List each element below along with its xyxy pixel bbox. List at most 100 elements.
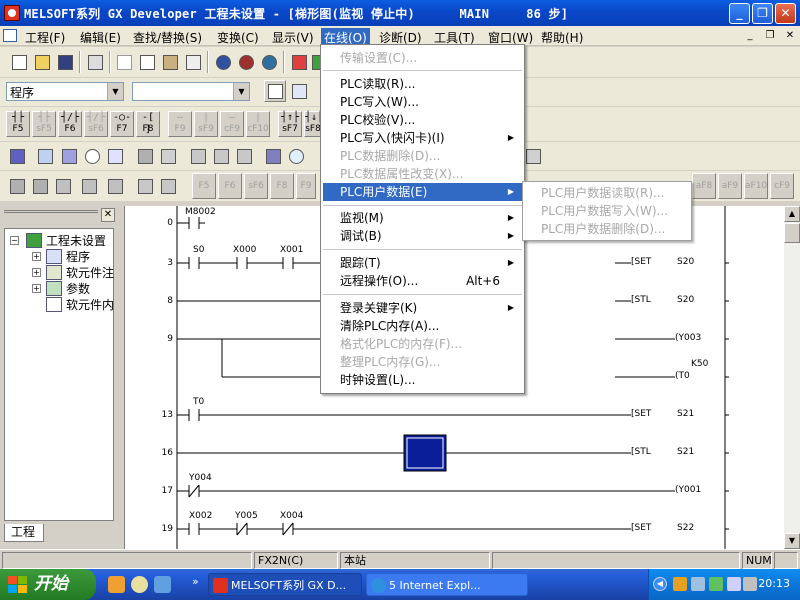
cut-icon[interactable]	[113, 51, 135, 73]
mdi-restore-button[interactable]: ❐	[763, 29, 777, 43]
menu-project[interactable]: 工程(F)	[22, 28, 68, 45]
chevron-down-icon[interactable]: ▼	[233, 83, 249, 100]
expand-icon[interactable]: +	[32, 284, 41, 293]
scroll-thumb[interactable]	[784, 223, 800, 243]
fkey-disabled-f9[interactable]: F9	[296, 173, 316, 199]
monitor-all-icon[interactable]	[258, 51, 280, 73]
expand-icon[interactable]: +	[32, 252, 41, 261]
fkey-disabled-af8[interactable]: aF8	[692, 173, 716, 199]
scroll-up-icon[interactable]: ▲	[784, 206, 800, 222]
zoom-icon[interactable]	[285, 145, 307, 167]
convert-icon[interactable]	[6, 175, 28, 197]
monitor-icon[interactable]	[212, 51, 234, 73]
quicklaunch-desktop-icon[interactable]	[154, 576, 171, 593]
start-button[interactable]: 开始	[0, 569, 96, 600]
open-folder-icon[interactable]	[31, 51, 53, 73]
fkey-rising-pulse[interactable]: ┤↑├ sF7	[278, 111, 302, 137]
tree-item-device-comment[interactable]: + 软元件注	[32, 265, 114, 281]
menu-item-debug[interactable]: 调试(B) ▶	[323, 227, 522, 245]
menu-item-user-data-delete[interactable]: PLC用户数据删除(D)...	[525, 220, 691, 238]
menu-item-plc-read[interactable]: PLC读取(R)...	[323, 75, 522, 93]
quicklaunch-media-icon[interactable]	[131, 576, 148, 593]
sampling-trace-icon[interactable]	[157, 145, 179, 167]
task-gx-developer[interactable]: MELSOFT系列 GX D...	[208, 573, 362, 596]
fkey-disabled-sf6[interactable]: sF6	[244, 173, 268, 199]
fkey-delete-vertical[interactable]: | cF10	[246, 111, 270, 137]
close-button[interactable]: ✕	[775, 3, 796, 24]
menu-item-arrange-plc-memory[interactable]: 整理PLC内存(G)...	[323, 353, 522, 371]
menu-item-plc-verify[interactable]: PLC校验(V)...	[323, 111, 522, 129]
volume-icon[interactable]	[691, 577, 705, 591]
display-icon[interactable]	[727, 577, 741, 591]
list-view-icon[interactable]	[288, 80, 310, 102]
fkey-instruction[interactable]: -[ ] F8	[136, 111, 160, 137]
tray-expand-icon[interactable]: ◀	[653, 577, 667, 591]
menu-diagnostics[interactable]: 诊断(D)	[376, 28, 425, 45]
fkey-parallel-open-contact[interactable]: ┤├ sF5	[32, 111, 56, 137]
error-step-icon[interactable]	[52, 175, 74, 197]
save-icon[interactable]	[54, 51, 76, 73]
menu-window[interactable]: 窗口(W)	[485, 28, 536, 45]
undo-icon[interactable]	[182, 51, 204, 73]
menu-item-format-plc-memory[interactable]: 格式化PLC的内存(F)...	[323, 335, 522, 353]
document-icon[interactable]	[3, 29, 17, 42]
network-icon[interactable]	[673, 577, 687, 591]
expand-icon[interactable]: +	[32, 268, 41, 277]
menu-view[interactable]: 显示(V)	[269, 28, 317, 45]
entry-monitor-icon[interactable]	[187, 145, 209, 167]
cross-ref-icon[interactable]	[58, 145, 80, 167]
menu-online[interactable]: 在线(O)	[321, 28, 370, 45]
program-combo[interactable]: 程序 ▼	[6, 82, 124, 101]
app-icon[interactable]	[4, 5, 20, 21]
tree-item-device-memory[interactable]: 软元件内	[32, 297, 114, 313]
mdi-minimize-button[interactable]: _	[743, 29, 757, 43]
menu-item-clear-plc-memory[interactable]: 清除PLC内存(A)...	[323, 317, 522, 335]
menu-find-replace[interactable]: 查找/替换(S)	[130, 28, 205, 45]
batch-monitor-icon[interactable]	[233, 145, 255, 167]
menu-item-user-data-write[interactable]: PLC用户数据写入(W)...	[525, 202, 691, 220]
search-icon[interactable]	[81, 145, 103, 167]
menu-item-trace[interactable]: 跟踪(T) ▶	[323, 254, 522, 272]
copy-icon[interactable]	[136, 51, 158, 73]
buffer-monitor-icon[interactable]	[210, 145, 232, 167]
mdi-close-button[interactable]: ✕	[783, 29, 797, 43]
program-name-combo[interactable]: ▼	[132, 82, 250, 101]
menu-item-remote-operation[interactable]: 远程操作(O)... Alt+6	[323, 272, 522, 290]
quicklaunch-ie-icon[interactable]	[108, 576, 125, 593]
tree-item-program[interactable]: + 程序	[32, 249, 114, 265]
fkey-disabled-af9[interactable]: aF9	[718, 173, 742, 199]
fkey-disabled-f8[interactable]: F8	[270, 173, 294, 199]
chevron-down-icon[interactable]: ▼	[107, 83, 123, 100]
fkey-open-contact[interactable]: ┤├ F5	[6, 111, 30, 137]
collapse-icon[interactable]: −	[10, 236, 19, 245]
fkey-disabled-af10[interactable]: aF10	[744, 173, 768, 199]
menu-item-transfer-setup[interactable]: 传输设置(C)...	[323, 49, 522, 67]
task-internet-explorer[interactable]: 5 Internet Expl...	[366, 573, 528, 596]
menu-item-register-keyword[interactable]: 登录关键字(K) ▶	[323, 299, 522, 317]
menu-item-clock-setup[interactable]: 时钟设置(L)...	[323, 371, 522, 389]
fkey-delete-horizontal[interactable]: — cF9	[220, 111, 244, 137]
print-icon[interactable]	[84, 51, 106, 73]
ladder-view-icon[interactable]	[264, 80, 286, 102]
clock[interactable]: 20:13	[758, 577, 790, 590]
menu-tools[interactable]: 工具(T)	[431, 28, 478, 45]
quicklaunch-overflow-icon[interactable]: »	[192, 575, 199, 588]
line-insert-icon[interactable]	[104, 175, 126, 197]
tree-root[interactable]: − 工程未设置	[10, 233, 114, 249]
fkey-horizontal-line[interactable]: — F9	[168, 111, 192, 137]
menu-item-monitor[interactable]: 监视(M) ▶	[323, 209, 522, 227]
pane-grip[interactable]	[4, 210, 98, 220]
menu-item-plc-write[interactable]: PLC写入(W)...	[323, 93, 522, 111]
device-test-icon[interactable]	[522, 145, 544, 167]
instruction-list-icon[interactable]	[78, 175, 100, 197]
minimize-button[interactable]: _	[729, 3, 750, 24]
menu-edit[interactable]: 编辑(E)	[77, 28, 124, 45]
paste-icon[interactable]	[159, 51, 181, 73]
vertical-scrollbar[interactable]: ▲ ▼	[784, 206, 800, 549]
fkey-coil[interactable]: -○- F7	[110, 111, 134, 137]
tree-item-parameter[interactable]: + 参数	[32, 281, 114, 297]
monitor-stop-icon[interactable]	[235, 51, 257, 73]
menu-item-plc-data-attr[interactable]: PLC数据属性改变(X)...	[323, 165, 522, 183]
comment-icon[interactable]	[6, 145, 28, 167]
fkey-disabled-cf9[interactable]: cF9	[770, 173, 794, 199]
